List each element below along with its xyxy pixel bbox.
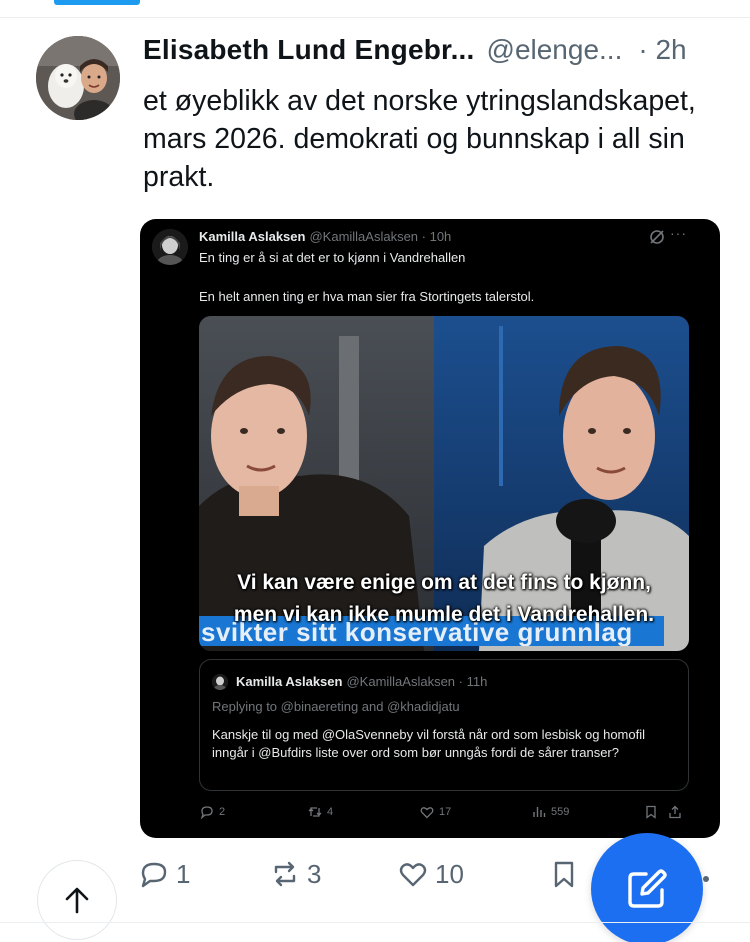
quote-header: Kamilla Aslaksen @KamillaAslaksen · 11h — [236, 674, 487, 689]
embed-text-line-2: En helt annen ting er hva man sier fra S… — [199, 289, 535, 304]
embed-action-bar: 2 4 17 559 — [199, 804, 689, 828]
repost-icon — [308, 807, 322, 817]
post-text: et øyeblikk av det norske ytringslandska… — [143, 85, 696, 193]
embed-repost: 4 — [307, 804, 333, 820]
embedded-image[interactable]: Kamilla Aslaksen @KamillaAslaksen · 10h ·… — [140, 219, 720, 838]
grok-icon — [650, 230, 664, 244]
embed-author-name: Kamilla Aslaksen — [199, 229, 306, 244]
quote-author-name: Kamilla Aslaksen — [236, 674, 343, 689]
embed-text-line-1: En ting er å si at det er to kjønn i Van… — [199, 250, 466, 265]
avatar-image — [36, 36, 120, 120]
embed-header: Kamilla Aslaksen @KamillaAslaksen · 10h — [199, 229, 451, 244]
video-caption-line-1: Vi kan være enige om at det fins to kjøn… — [237, 571, 651, 594]
embed-reply: 2 — [199, 804, 225, 820]
embed-reply-count: 2 — [219, 806, 226, 818]
quote-replying-to: Replying to @binaereting and @khadidjatu — [212, 699, 460, 714]
more-dot — [703, 876, 709, 882]
embed-repost-count: 4 — [327, 806, 334, 818]
quoted-post: Kamilla Aslaksen @KamillaAslaksen · 11h R… — [199, 659, 689, 791]
embed-views: 559 — [531, 804, 569, 820]
embed-share — [667, 804, 687, 820]
author-name[interactable]: Elisabeth Lund Engebr... — [143, 34, 475, 66]
embed-author-handle: @KamillaAslaksen · 10h — [309, 229, 452, 244]
quote-text: Kanskje til og med @OlaSvenneby vil fors… — [212, 727, 646, 760]
compose-button[interactable] — [591, 833, 703, 942]
like-button[interactable]: 10 — [397, 858, 464, 890]
reply-icon — [200, 806, 213, 820]
reply-icon — [141, 862, 167, 888]
divider — [0, 17, 750, 18]
heart-icon — [420, 807, 434, 819]
more-icon: ··· — [670, 225, 687, 241]
bookmark-icon — [554, 861, 574, 888]
reply-count: 1 — [176, 858, 191, 889]
views-icon — [533, 807, 546, 817]
share-icon — [669, 805, 681, 819]
repost-button[interactable]: 3 — [269, 858, 321, 890]
bookmark-button[interactable] — [548, 858, 586, 890]
heart-icon — [399, 863, 427, 887]
bookmark-icon — [646, 805, 656, 819]
video-frame: svikter sitt konservative grunnlag Vi ka… — [199, 316, 689, 651]
avatar[interactable] — [36, 36, 120, 120]
video-scene — [199, 316, 689, 651]
embed-avatar — [152, 229, 188, 265]
embed-like-count: 17 — [439, 806, 452, 818]
post-header: Elisabeth Lund Engebr... @elenge... · 2h — [143, 30, 733, 70]
divider — [0, 922, 750, 923]
like-count: 10 — [435, 858, 464, 889]
author-handle[interactable]: @elenge... — [487, 34, 623, 66]
repost-count: 3 — [307, 858, 322, 889]
embed-view-count: 559 — [551, 806, 570, 818]
repost-icon — [274, 861, 296, 887]
embed-bookmark — [643, 804, 663, 820]
arrow-up-icon — [65, 887, 89, 914]
top-tab-indicator — [54, 0, 140, 5]
quote-author-handle: @KamillaAslaksen · 11h — [346, 674, 488, 689]
scroll-to-top-button[interactable] — [37, 860, 117, 940]
compose-icon — [628, 869, 667, 908]
reply-button[interactable]: 1 — [138, 858, 190, 890]
video-caption-line-2: men vi kan ikke mumle det i Vandrehallen… — [233, 603, 655, 626]
embed-like: 17 — [419, 804, 451, 820]
post-timestamp[interactable]: · 2h — [638, 34, 686, 66]
quote-avatar — [212, 674, 228, 690]
